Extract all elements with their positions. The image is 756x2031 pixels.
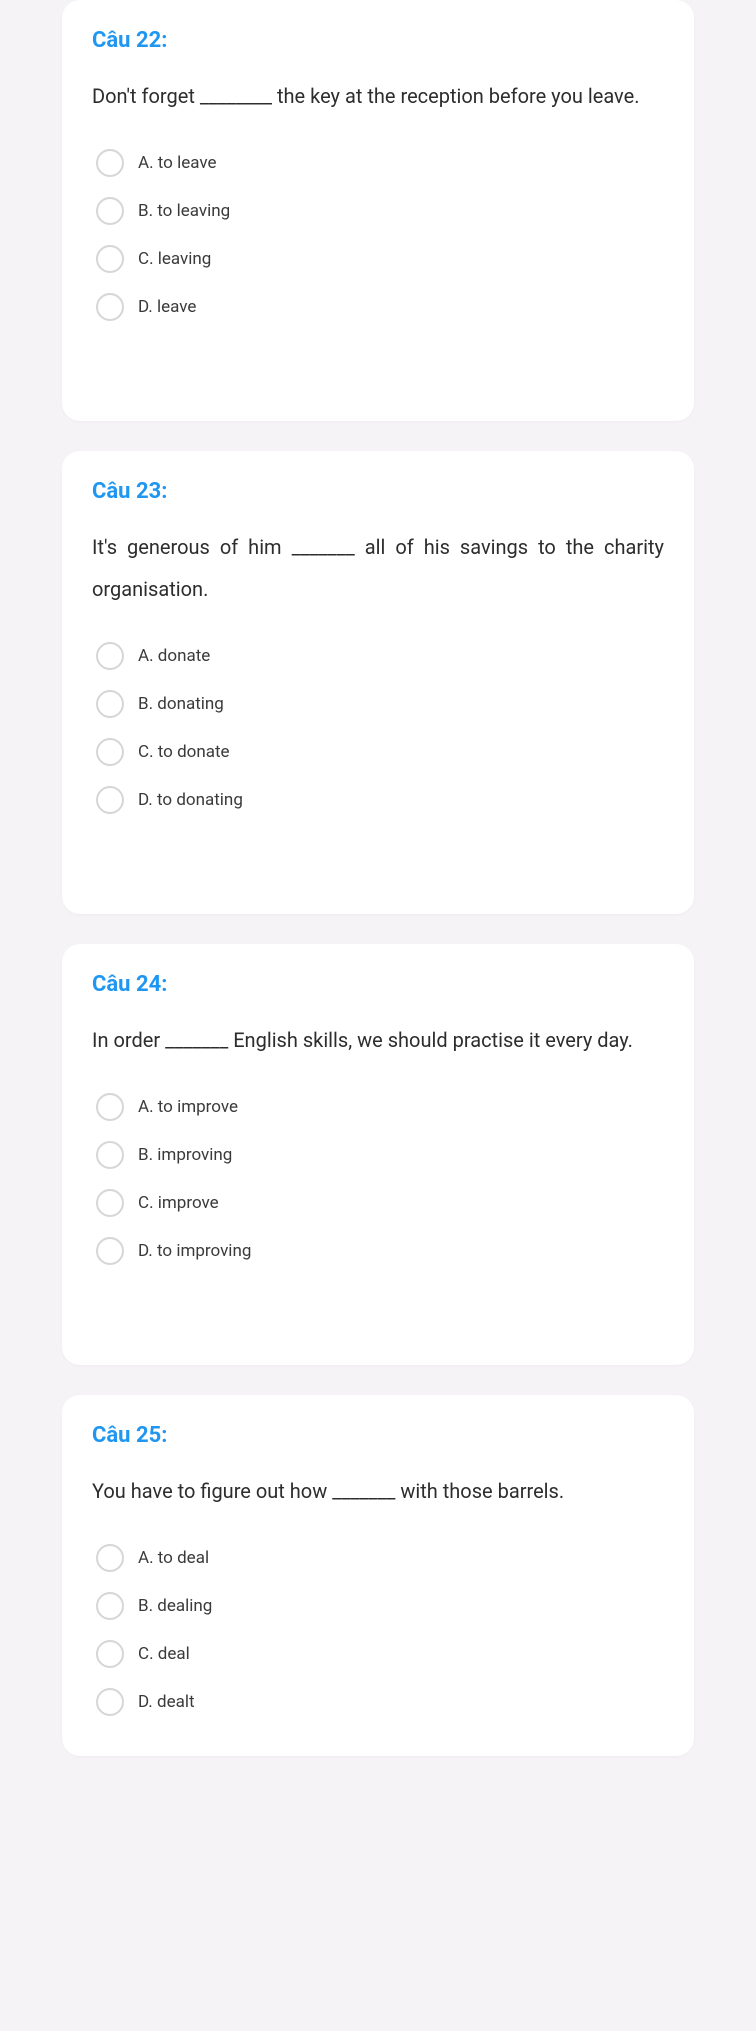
option-d[interactable]: D. leave — [92, 283, 664, 331]
option-label: B. donating — [138, 694, 224, 714]
option-label: A. to deal — [138, 1548, 209, 1568]
radio-icon[interactable] — [96, 1237, 124, 1265]
radio-icon[interactable] — [96, 1093, 124, 1121]
radio-icon[interactable] — [96, 1189, 124, 1217]
option-d[interactable]: D. dealt — [92, 1678, 664, 1726]
radio-icon[interactable] — [96, 293, 124, 321]
option-c[interactable]: C. to donate — [92, 728, 664, 776]
option-c[interactable]: C. leaving — [92, 235, 664, 283]
question-title: Câu 25: — [92, 1423, 664, 1448]
option-label: C. deal — [138, 1644, 190, 1664]
option-label: B. dealing — [138, 1596, 212, 1616]
radio-icon[interactable] — [96, 690, 124, 718]
option-label: A. to leave — [138, 153, 217, 173]
radio-icon[interactable] — [96, 1688, 124, 1716]
option-a[interactable]: A. to improve — [92, 1083, 664, 1131]
question-card: Câu 25: You have to figure out how _____… — [62, 1395, 694, 1756]
option-c[interactable]: C. deal — [92, 1630, 664, 1678]
option-label: D. dealt — [138, 1692, 195, 1712]
option-label: A. to improve — [138, 1097, 238, 1117]
option-a[interactable]: A. to deal — [92, 1534, 664, 1582]
question-card: Câu 24: In order _______ English skills,… — [62, 944, 694, 1365]
question-text: Don't forget ________ the key at the rec… — [92, 75, 664, 117]
option-b[interactable]: B. dealing — [92, 1582, 664, 1630]
option-label: D. leave — [138, 297, 196, 317]
radio-icon[interactable] — [96, 786, 124, 814]
option-label: B. to leaving — [138, 201, 230, 221]
radio-icon[interactable] — [96, 149, 124, 177]
option-label: D. to improving — [138, 1241, 251, 1261]
radio-icon[interactable] — [96, 1141, 124, 1169]
option-label: A. donate — [138, 646, 210, 666]
question-text: You have to figure out how _______ with … — [92, 1470, 664, 1512]
radio-icon[interactable] — [96, 1592, 124, 1620]
question-title: Câu 22: — [92, 28, 664, 53]
question-title: Câu 24: — [92, 972, 664, 997]
option-b[interactable]: B. to leaving — [92, 187, 664, 235]
option-label: C. to donate — [138, 742, 230, 762]
option-label: C. improve — [138, 1193, 219, 1213]
option-b[interactable]: B. donating — [92, 680, 664, 728]
radio-icon[interactable] — [96, 245, 124, 273]
question-text: It's generous of him _______ all of his … — [92, 526, 664, 610]
question-card: Câu 22: Don't forget ________ the key at… — [62, 0, 694, 421]
radio-icon[interactable] — [96, 1544, 124, 1572]
radio-icon[interactable] — [96, 642, 124, 670]
option-b[interactable]: B. improving — [92, 1131, 664, 1179]
option-d[interactable]: D. to improving — [92, 1227, 664, 1275]
question-text: In order _______ English skills, we shou… — [92, 1019, 664, 1061]
option-a[interactable]: A. donate — [92, 632, 664, 680]
option-label: B. improving — [138, 1145, 232, 1165]
question-title: Câu 23: — [92, 479, 664, 504]
radio-icon[interactable] — [96, 1640, 124, 1668]
option-label: D. to donating — [138, 790, 243, 810]
radio-icon[interactable] — [96, 738, 124, 766]
option-a[interactable]: A. to leave — [92, 139, 664, 187]
radio-icon[interactable] — [96, 197, 124, 225]
option-d[interactable]: D. to donating — [92, 776, 664, 824]
option-c[interactable]: C. improve — [92, 1179, 664, 1227]
question-card: Câu 23: It's generous of him _______ all… — [62, 451, 694, 914]
option-label: C. leaving — [138, 249, 211, 269]
